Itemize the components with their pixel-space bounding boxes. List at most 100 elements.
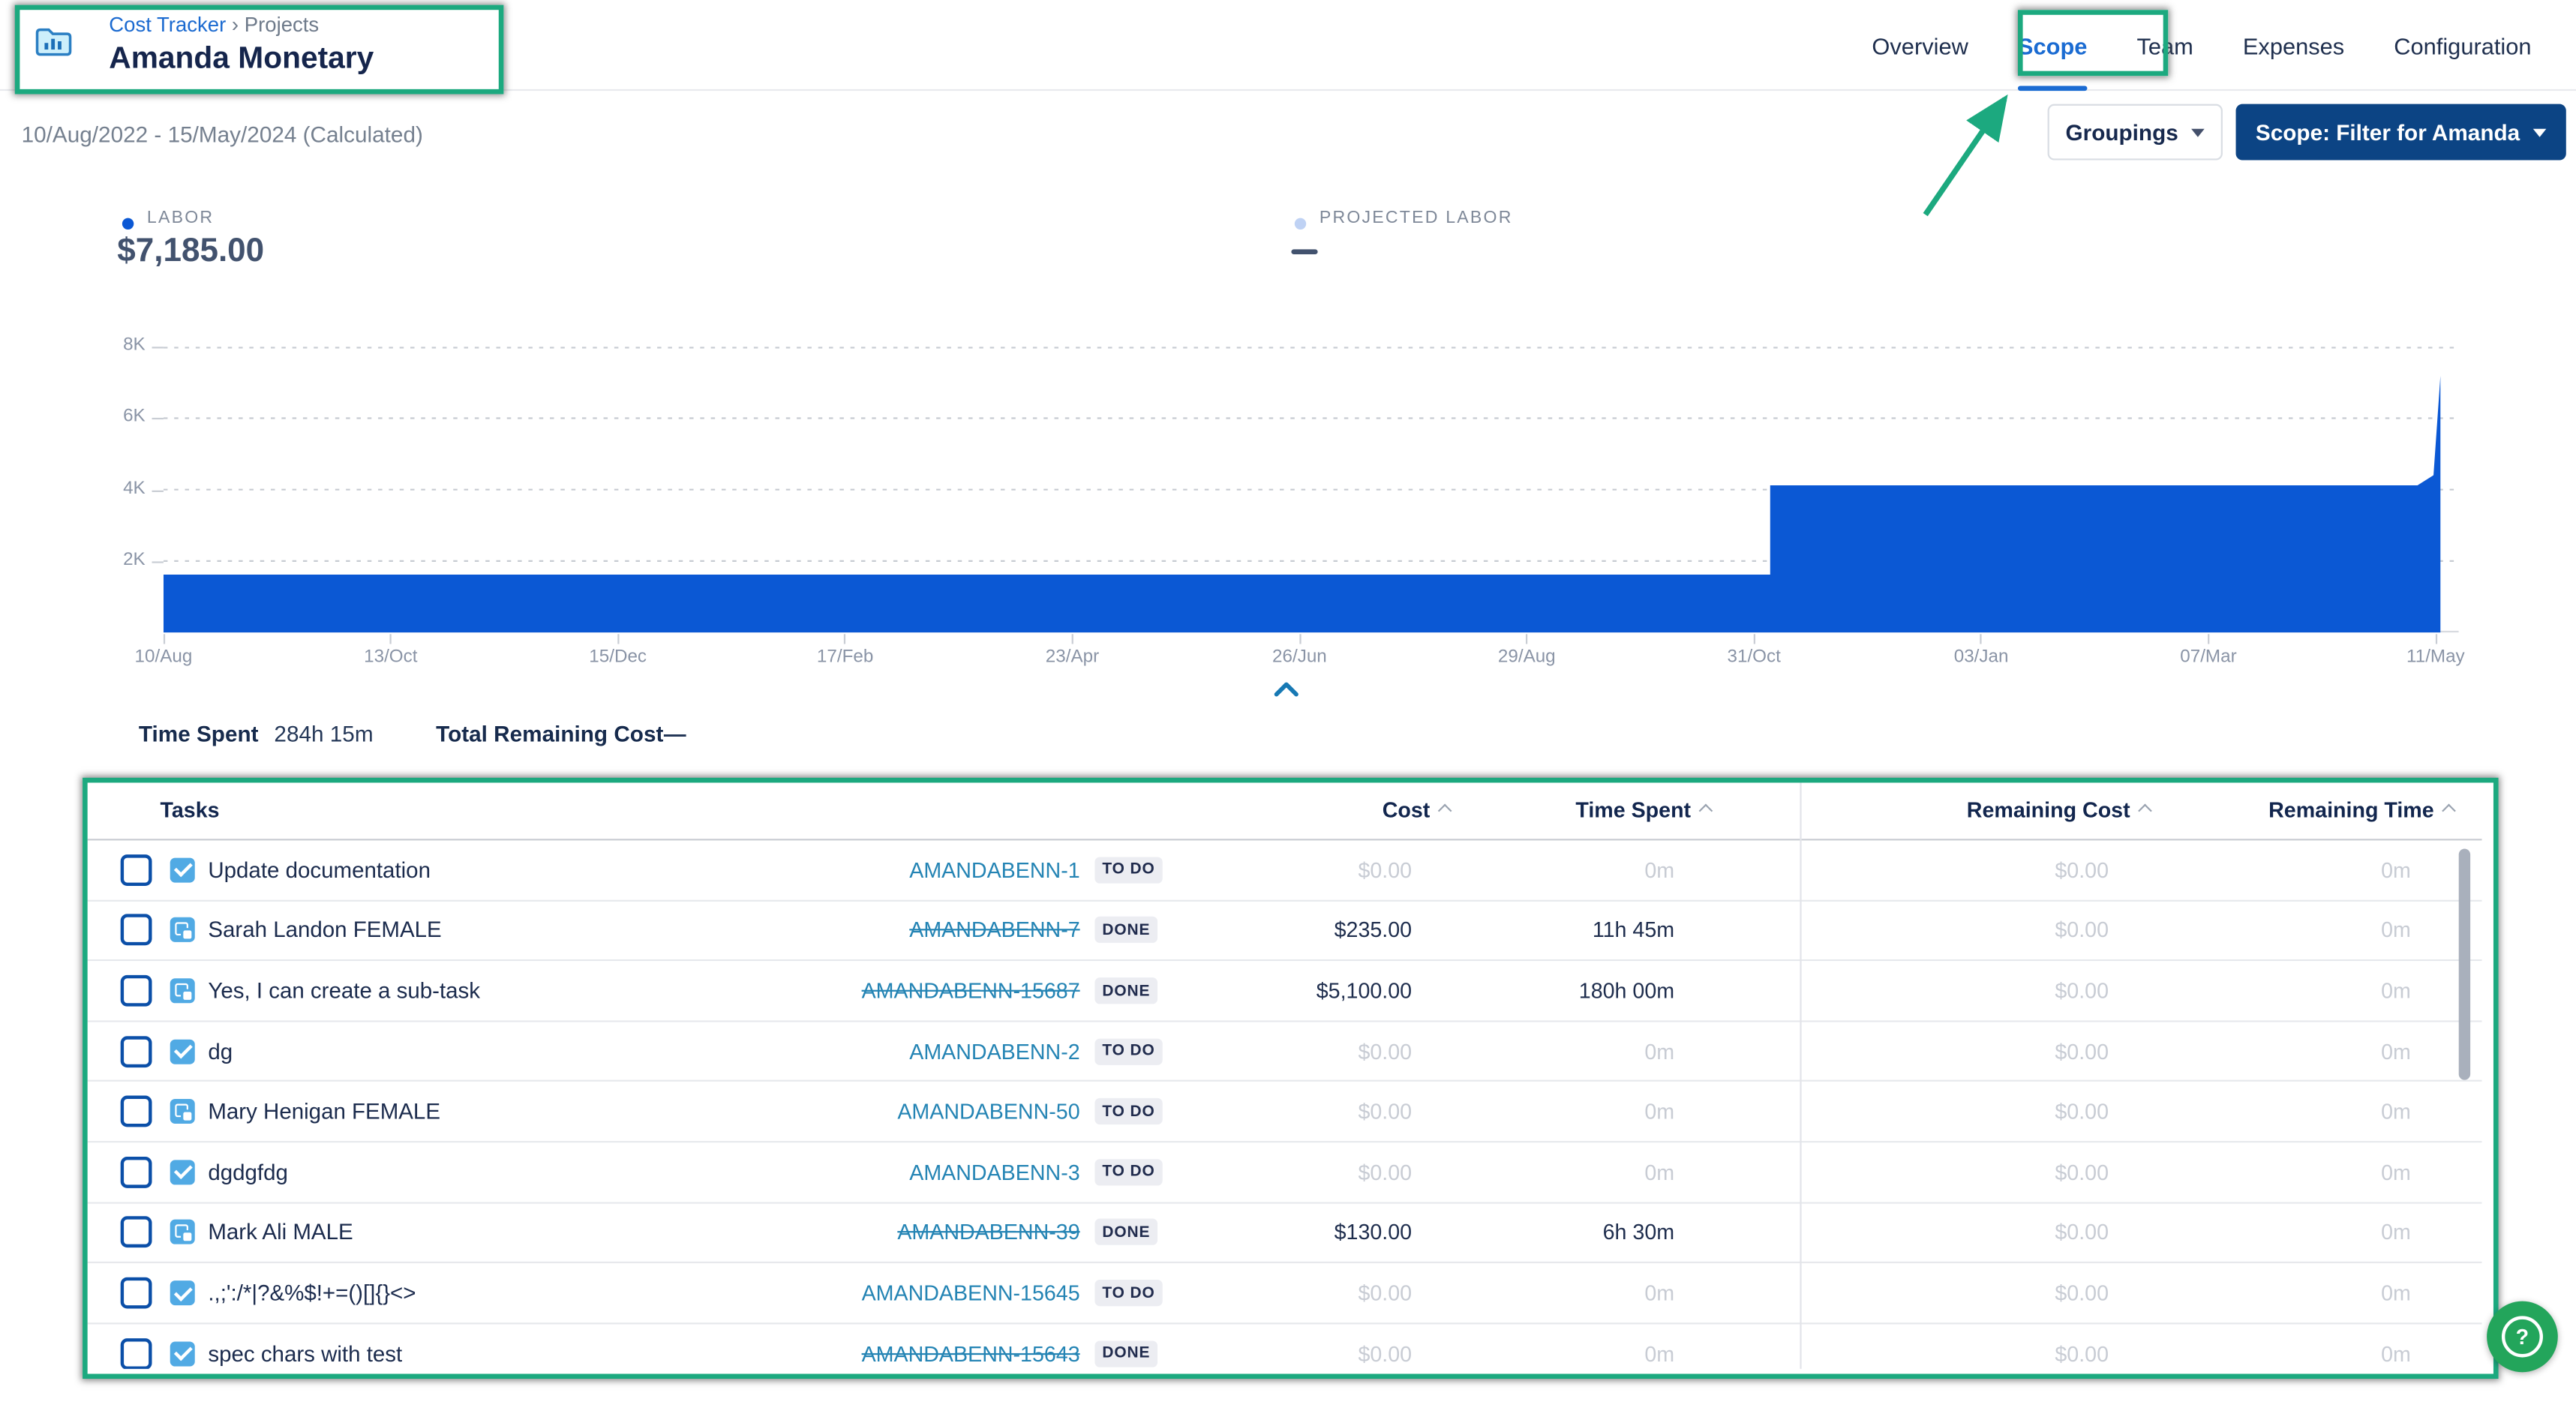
cost-value: $0.00 [1358,1341,1412,1366]
task-type-icon [170,1039,195,1064]
cost-value: $0.00 [1358,1099,1412,1124]
time-spent-value: 284h 15m [274,722,373,746]
sort-asc-icon [1699,803,1713,818]
remaining-time-value: 0m [2381,978,2411,1003]
breadcrumb-separator: › [232,14,239,37]
remaining-cost-value: $0.00 [2055,1220,2109,1245]
cost-value: $130.00 [1335,1220,1412,1245]
x-axis-tick-label: 11/May [2370,647,2502,667]
status-badge: TO DO [1094,1159,1162,1185]
table-row: .,;':/*|?&%$!+=()[]{}<>AMANDABENN-15645T… [88,1264,2482,1325]
row-checkbox[interactable] [121,854,152,886]
row-checkbox[interactable] [121,914,152,946]
x-axis-tick [1071,634,1073,644]
tasks-table: Tasks Cost Time Spent Remaining Cost Rem… [88,782,2482,1368]
labor-legend-label: LABOR [147,208,214,227]
row-checkbox[interactable] [121,1217,152,1248]
help-button[interactable]: ? [2487,1301,2558,1373]
projected-labor-value-dash [1291,249,1317,254]
status-badge: DONE [1094,977,1157,1004]
tab-overview[interactable]: Overview [1872,0,1968,91]
x-axis-tick [2435,634,2436,644]
scope-filter-button[interactable]: Scope: Filter for Amanda [2236,104,2566,161]
y-axis-tick-label: 6K [96,407,146,426]
remaining-cost-value: $0.00 [2055,918,2109,943]
sort-asc-icon [1438,803,1452,818]
y-axis-tick [152,419,164,420]
x-axis-tick-label: 07/Mar [2142,647,2274,667]
subtask-type-icon [170,978,195,1003]
row-checkbox[interactable] [121,1157,152,1188]
time-spent-value: 0m [1644,1341,1674,1366]
projected-labor-legend-label: PROJECTED LABOR [1320,208,1513,227]
issue-key-link[interactable]: AMANDABENN-39 [897,1220,1079,1245]
issue-key-link[interactable]: AMANDABENN-15645 [862,1280,1080,1305]
tab-configuration[interactable]: Configuration [2394,0,2531,91]
x-axis-tick-label: 17/Feb [779,647,911,667]
table-scrollbar[interactable] [2459,848,2470,1079]
x-axis-tick-label: 26/Jun [1233,647,1365,667]
task-type-icon [170,1160,195,1184]
table-row: dgdgfdgAMANDABENN-3TO DO$0.000m$0.000m [88,1142,2482,1203]
tab-expenses[interactable]: Expenses [2243,0,2344,91]
issue-key-link[interactable]: AMANDABENN-1 [909,857,1079,882]
table-body: Update documentationAMANDABENN-1TO DO$0.… [88,840,2482,1368]
table-row: dgAMANDABENN-2TO DO$0.000m$0.000m [88,1022,2482,1082]
status-badge: DONE [1094,917,1157,944]
task-name: Mary Henigan FEMALE [208,1099,440,1124]
row-checkbox[interactable] [121,1337,152,1368]
task-name: Yes, I can create a sub-task [208,978,480,1003]
collapse-chart-caret-icon[interactable] [1271,677,1302,707]
cost-value: $0.00 [1358,1280,1412,1305]
task-name: Sarah Landon FEMALE [208,918,441,943]
x-axis-tick [390,634,392,644]
x-axis-tick-label: 15/Dec [552,647,684,667]
row-checkbox[interactable] [121,1277,152,1309]
issue-key-link[interactable]: AMANDABENN-15643 [862,1341,1080,1366]
x-axis-tick [1980,634,1982,644]
cost-value: $0.00 [1358,857,1412,882]
column-header-time-spent[interactable]: Time Spent [1575,797,1710,822]
chart-plot-area [164,347,2459,634]
issue-key-link[interactable]: AMANDABENN-50 [897,1099,1079,1124]
date-range: 10/Aug/2022 - 15/May/2024 (Calculated) [22,122,423,147]
breadcrumb-app-link[interactable]: Cost Tracker [109,14,226,37]
table-row: Sarah Landon FEMALEAMANDABENN-7DONE$235.… [88,901,2482,962]
issue-key-link[interactable]: AMANDABENN-2 [909,1039,1079,1064]
y-axis-tick [152,561,164,563]
row-checkbox[interactable] [121,1035,152,1067]
tab-scope[interactable]: Scope [2018,0,2087,91]
y-axis-tick [152,490,164,491]
groupings-button[interactable]: Groupings [2048,104,2223,161]
x-axis-tick [1753,634,1755,644]
status-badge: TO DO [1094,1038,1162,1064]
column-header-remaining-time[interactable]: Remaining Time [2268,797,2454,822]
remaining-cost-value: $0.00 [2055,1039,2109,1064]
groupings-button-label: Groupings [2066,120,2178,145]
time-spent-value: 0m [1644,857,1674,882]
issue-key-link[interactable]: AMANDABENN-3 [909,1160,1079,1184]
tab-team[interactable]: Team [2136,0,2193,91]
issue-key-link[interactable]: AMANDABENN-7 [909,918,1079,943]
status-badge: TO DO [1094,1098,1162,1124]
x-axis-tick-label: 23/Apr [1006,647,1138,667]
status-badge: TO DO [1094,1280,1162,1306]
projected-labor-legend-dot [1295,218,1306,230]
labor-total-value: $7,185.00 [117,233,264,271]
issue-key-link[interactable]: AMANDABENN-15687 [862,978,1080,1003]
column-header-cost[interactable]: Cost [1383,797,1450,822]
x-axis-tick-label: 03/Jan [1915,647,2047,667]
top-bar: Cost Tracker › Projects Amanda Monetary … [0,0,2576,91]
time-spent-value: 0m [1644,1099,1674,1124]
row-checkbox[interactable] [121,1096,152,1127]
task-type-icon [170,857,195,882]
x-axis-tick [1299,634,1300,644]
task-name: spec chars with test [208,1341,402,1366]
remaining-time-value: 0m [2381,1341,2411,1366]
row-checkbox[interactable] [121,975,152,1007]
column-header-remaining-cost[interactable]: Remaining Cost [1967,797,2150,822]
remaining-cost-value: $0.00 [2055,1341,2109,1366]
chevron-down-icon [2191,128,2205,137]
remaining-cost-value: $0.00 [2055,978,2109,1003]
subtask-type-icon [170,918,195,943]
